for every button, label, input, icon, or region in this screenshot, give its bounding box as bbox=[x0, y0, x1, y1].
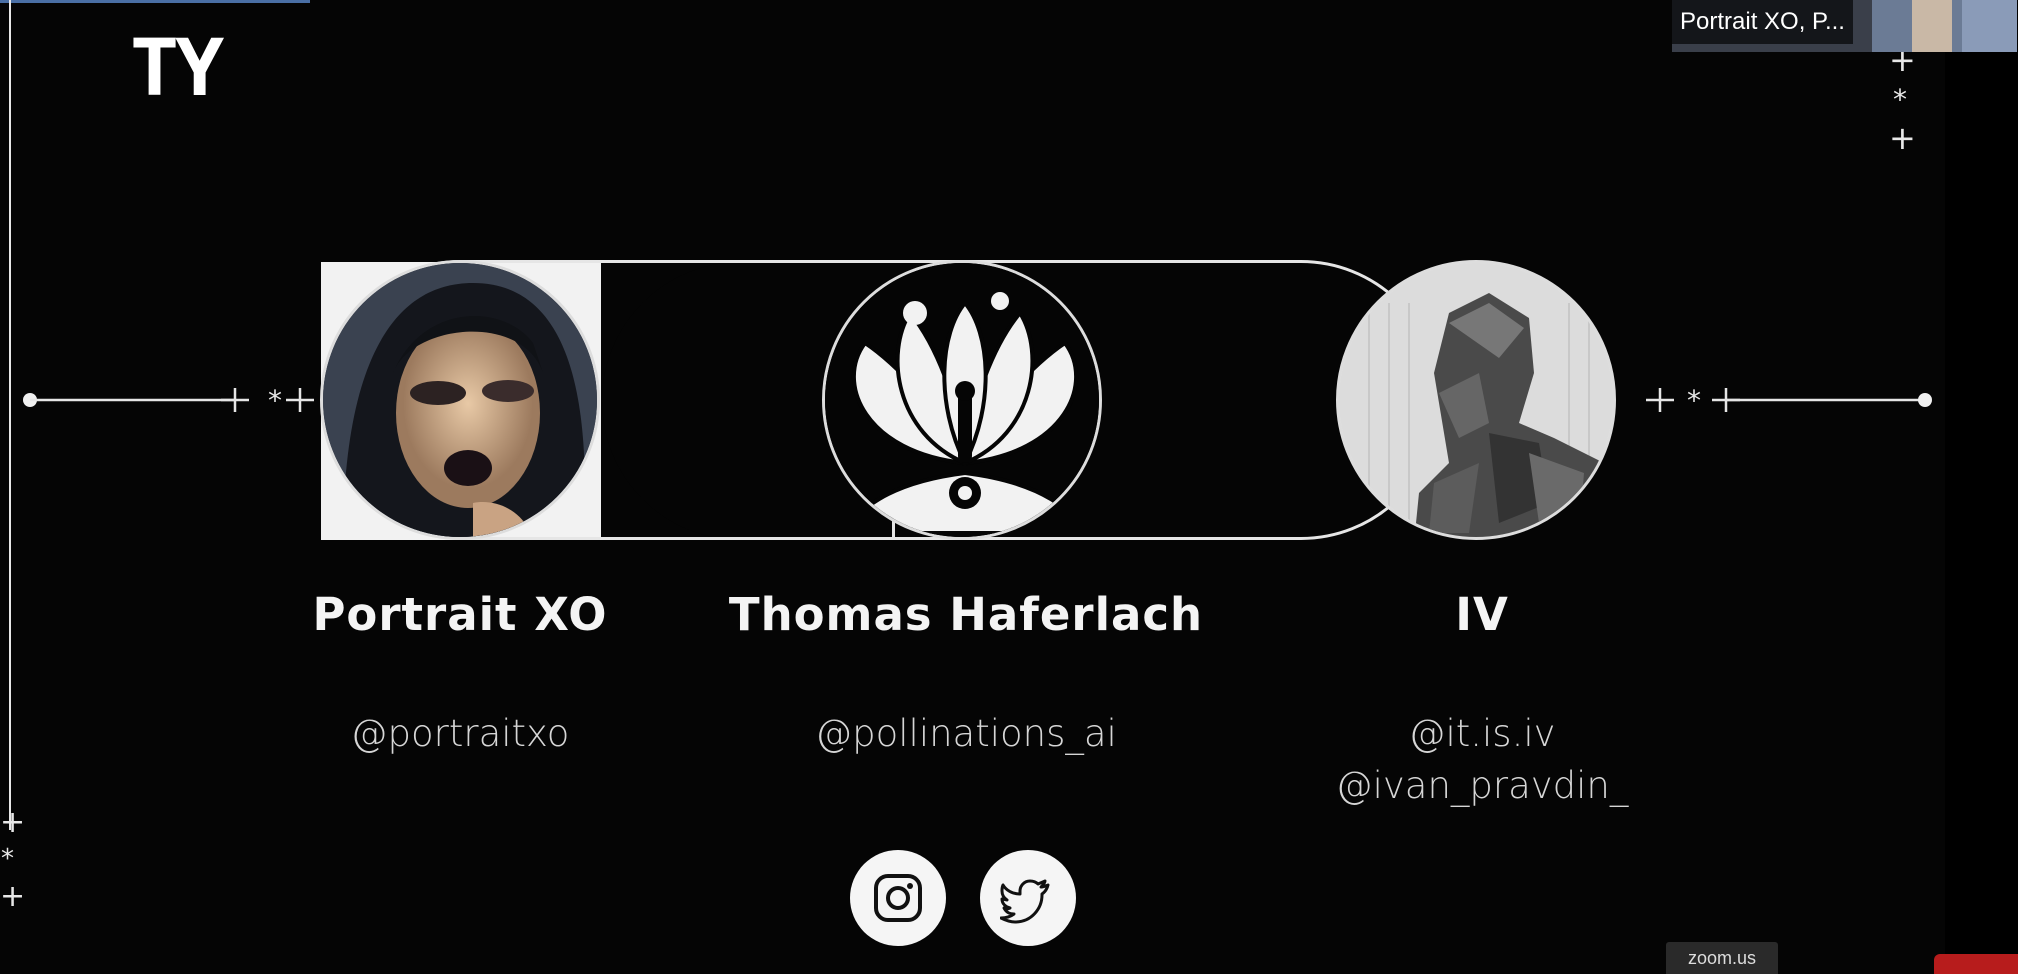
person-name: Thomas Haferlach bbox=[728, 588, 1204, 641]
svg-text:*: * bbox=[1687, 388, 1701, 412]
person-name: Portrait XO bbox=[312, 588, 608, 641]
person-name: IV bbox=[1455, 588, 1509, 641]
slide-logo: TY bbox=[129, 24, 224, 114]
twitter-icon[interactable] bbox=[980, 850, 1076, 946]
plus-deco-icon: + bbox=[0, 879, 26, 914]
portrait-xo-avatar bbox=[320, 260, 600, 540]
left-vertical-line bbox=[9, 0, 11, 830]
left-horizontal-line: * bbox=[23, 388, 314, 412]
social-handle: @ivan_pravdin_ bbox=[1335, 764, 1629, 807]
right-horizontal-line: * bbox=[1646, 388, 1932, 412]
presentation-slide: TY + * + + * + * * Portrait XO Thomas Ha… bbox=[0, 0, 1945, 974]
asterisk-deco-icon: * bbox=[1893, 83, 1907, 116]
iv-avatar bbox=[1336, 260, 1616, 540]
social-handle: @it.is.iv bbox=[1408, 712, 1556, 755]
top-progress-bar bbox=[0, 0, 310, 3]
instagram-icon[interactable] bbox=[850, 850, 946, 946]
asterisk-deco-icon: * bbox=[1, 844, 14, 874]
social-handle: @pollinations_ai bbox=[815, 712, 1117, 755]
app-corner-icon bbox=[1934, 954, 2018, 974]
participant-video-thumbnail[interactable]: Portrait XO, P... bbox=[1672, 0, 2017, 52]
pollinations-flower-avatar bbox=[822, 260, 1102, 540]
participant-name-label: Portrait XO, P... bbox=[1672, 0, 1853, 44]
zoom-watermark: zoom.us bbox=[1666, 942, 1778, 974]
video-side-strip bbox=[1945, 0, 2018, 974]
plus-deco-icon: + bbox=[0, 805, 26, 840]
plus-deco-icon: + bbox=[1889, 119, 1916, 157]
svg-text:*: * bbox=[268, 388, 282, 412]
social-handle: @portraitxo bbox=[350, 712, 570, 755]
